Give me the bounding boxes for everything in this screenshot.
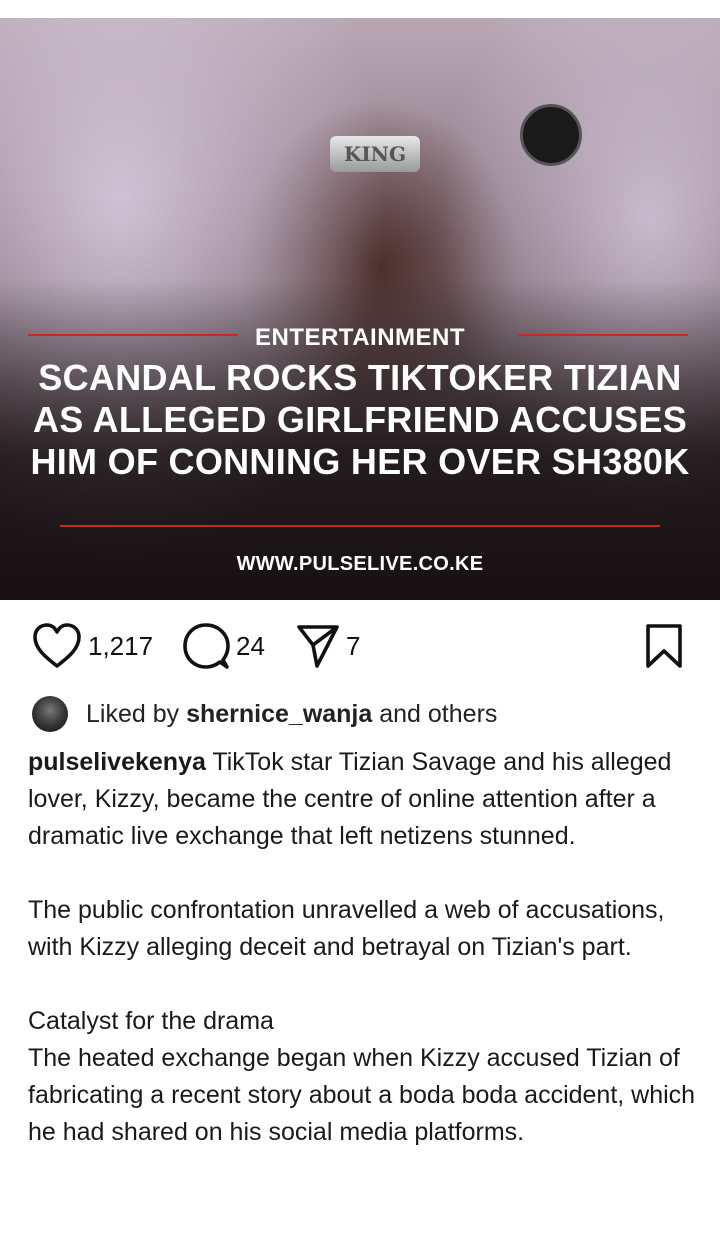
share-count: 7 <box>346 630 361 661</box>
necklace-pendant: KING <box>330 136 420 172</box>
liked-by-prefix: Liked by <box>86 699 180 728</box>
share-action[interactable]: 7 <box>296 618 360 674</box>
image-website: WWW.PULSELIVE.CO.KE <box>236 553 484 575</box>
comment-action[interactable]: 24 <box>182 618 265 674</box>
necklace-text: KING <box>343 142 407 166</box>
like-count: 1,217 <box>88 630 154 661</box>
caption-paragraph-1: pulselivekenya TikTok star Tizian Savage… <box>28 744 698 855</box>
liked-by-suffix[interactable]: and others <box>379 700 497 729</box>
save-action[interactable] <box>644 618 684 674</box>
caption-paragraph-2: The public confrontation unravelled a we… <box>28 896 665 961</box>
caption-paragraph-3: The heated exchange began when Kizzy acc… <box>28 1044 696 1146</box>
heart-icon[interactable] <box>32 623 82 669</box>
red-divider-bottom <box>60 525 660 527</box>
comment-icon[interactable] <box>182 622 230 670</box>
liked-by-user[interactable]: shernice_wanja <box>186 700 372 729</box>
like-action[interactable]: 1,217 <box>32 618 153 674</box>
send-icon[interactable] <box>296 623 340 669</box>
watch <box>520 104 582 166</box>
image-category: ENTERTAINMENT <box>254 324 466 351</box>
post-caption: pulselivekenya TikTok star Tizian Savage… <box>28 744 698 1151</box>
post-image[interactable]: KING ENTERTAINMENT SCANDAL ROCKS TIKTOKE… <box>0 18 720 600</box>
image-headline: SCANDAL ROCKS TIKTOKER TIZIAN AS ALLEGED… <box>30 357 690 482</box>
post-actions: 1,217 24 7 <box>0 618 720 674</box>
comment-count: 24 <box>236 630 265 661</box>
caption-subheading: Catalyst for the drama <box>28 1007 274 1035</box>
liked-by-row[interactable]: Liked by shernice_wanja and others <box>32 694 497 734</box>
status-bar-area <box>0 0 720 18</box>
caption-username[interactable]: pulselivekenya <box>28 748 206 776</box>
liker-avatar[interactable] <box>32 696 68 732</box>
bookmark-icon[interactable] <box>644 623 684 669</box>
